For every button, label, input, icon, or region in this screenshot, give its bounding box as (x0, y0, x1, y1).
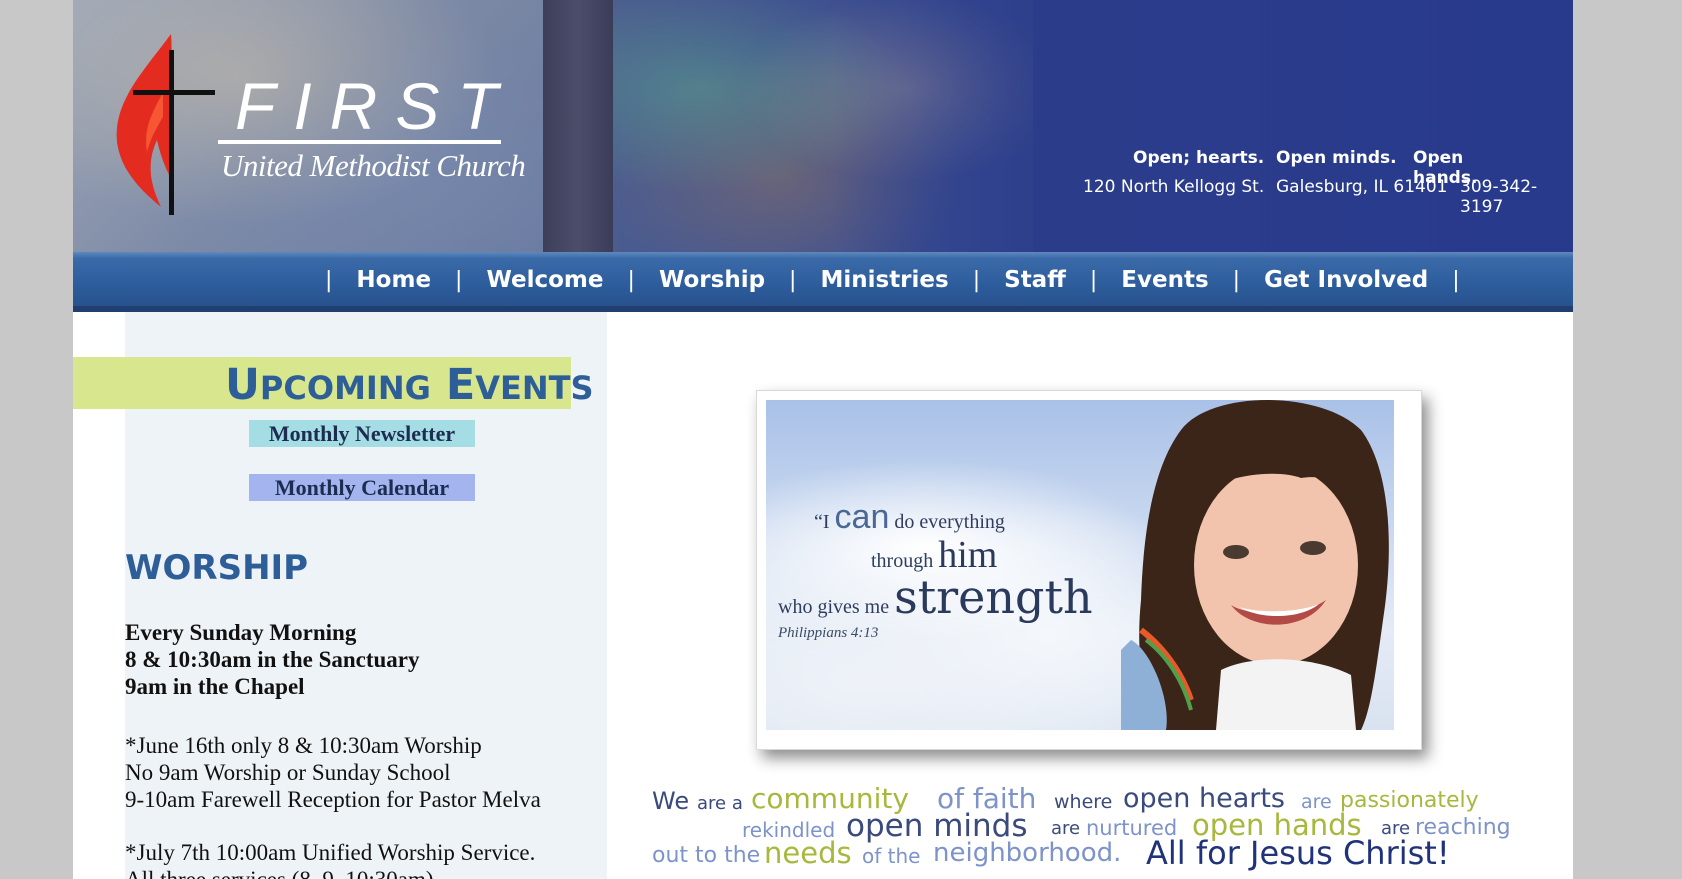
mission-word: are (1051, 818, 1081, 839)
nav-home[interactable]: Home (344, 267, 443, 293)
heading-initial: E (445, 360, 476, 410)
main-nav: | Home | Welcome | Worship | Ministries … (73, 252, 1573, 312)
stained-glass-divider (543, 0, 613, 252)
worship-schedule-line: 9am in the Chapel (125, 674, 305, 699)
cross-and-flame-icon[interactable] (113, 32, 223, 217)
mission-word: All for Jesus Christ! (1146, 834, 1450, 872)
quote-line-1: “I can do everything (814, 498, 1005, 536)
address-city: Galesburg, IL 61401 (1276, 177, 1448, 197)
address-phone: 309-342-3197 (1460, 177, 1538, 217)
mission-word: of the (862, 844, 921, 868)
nav-divider: | (789, 267, 797, 293)
page: FIRST United Methodist Church Open; hear… (73, 0, 1573, 879)
worship-heading: WORSHIP (125, 548, 309, 588)
tagline-minds: Open minds. (1276, 148, 1397, 168)
worship-note-line: All three services (8, 9, 10:30am) (125, 867, 434, 879)
nav-worship[interactable]: Worship (647, 267, 777, 293)
address-street: 120 North Kellogg St. (1083, 177, 1265, 197)
mission-word: neighborhood. (933, 838, 1122, 868)
nav-divider: | (1452, 267, 1460, 293)
nav-divider: | (455, 267, 463, 293)
worship-note-line: 9-10am Farewell Reception for Pastor Mel… (125, 787, 541, 812)
nav-divider: | (1089, 267, 1098, 293)
logo-divider (218, 140, 501, 144)
worship-note-line: *July 7th 10:00am Unified Worship Servic… (125, 840, 536, 865)
heading-rest: VENTS (475, 369, 594, 407)
tagline-hearts: Open; hearts. (1133, 148, 1265, 168)
nav-divider: | (627, 267, 635, 293)
nav-staff[interactable]: Staff (992, 267, 1078, 293)
quote-line-3: who gives me strength (778, 570, 1093, 624)
monthly-calendar-link[interactable]: Monthly Calendar (249, 474, 475, 501)
heading-rest: PCOMING (259, 369, 431, 407)
nav-ministries[interactable]: Ministries (808, 267, 960, 293)
mission-word: We (652, 787, 690, 815)
nav-get-involved[interactable]: Get Involved (1252, 267, 1440, 293)
mission-word: are a (697, 793, 743, 814)
nav-divider: | (325, 267, 333, 293)
heading-initial: U (225, 360, 260, 410)
worship-note-line: No 9am Worship or Sunday School (125, 760, 451, 785)
nav-divider: | (972, 267, 981, 293)
scripture-citation: Philippians 4:13 (778, 625, 879, 641)
mission-word: out to the (652, 843, 761, 868)
upcoming-events-heading: UPCOMING EVENTS (225, 360, 594, 410)
scripture-banner-image: “I can do everything through him who giv… (766, 400, 1394, 730)
mission-word: needs (764, 836, 852, 870)
smiling-girl-photo (1121, 400, 1389, 730)
worship-schedule-line: Every Sunday Morning (125, 620, 357, 645)
header-fade (833, 0, 1133, 252)
site-header: FIRST United Methodist Church Open; hear… (73, 0, 1573, 252)
worship-note-line: *June 16th only 8 & 10:30am Worship (125, 733, 482, 758)
nav-welcome[interactable]: Welcome (474, 267, 615, 293)
logo-church-name[interactable]: United Methodist Church (221, 148, 526, 184)
nav-events[interactable]: Events (1109, 267, 1220, 293)
monthly-newsletter-link[interactable]: Monthly Newsletter (249, 420, 475, 447)
logo-first-text[interactable]: FIRST (235, 68, 516, 144)
nav-divider: | (1232, 267, 1241, 293)
mission-word: where (1054, 791, 1113, 813)
worship-schedule-line: 8 & 10:30am in the Sanctuary (125, 647, 420, 672)
